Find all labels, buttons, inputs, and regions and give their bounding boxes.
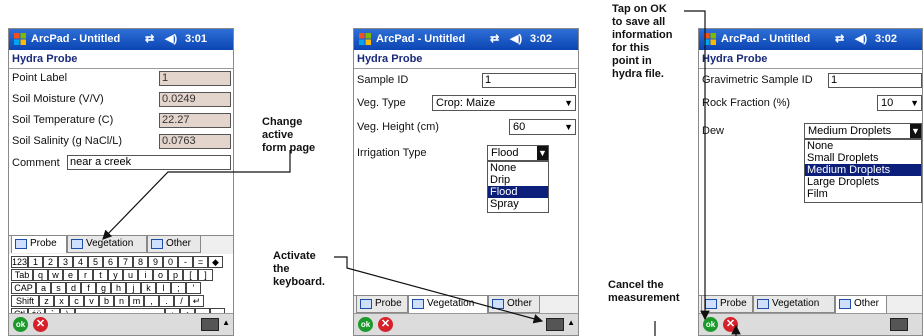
arrow-change-page — [102, 150, 291, 240]
arrow-tap-ok — [684, 10, 710, 321]
annotation-arrows — [102, 10, 741, 336]
arrow-activate-keyboard — [334, 256, 544, 324]
